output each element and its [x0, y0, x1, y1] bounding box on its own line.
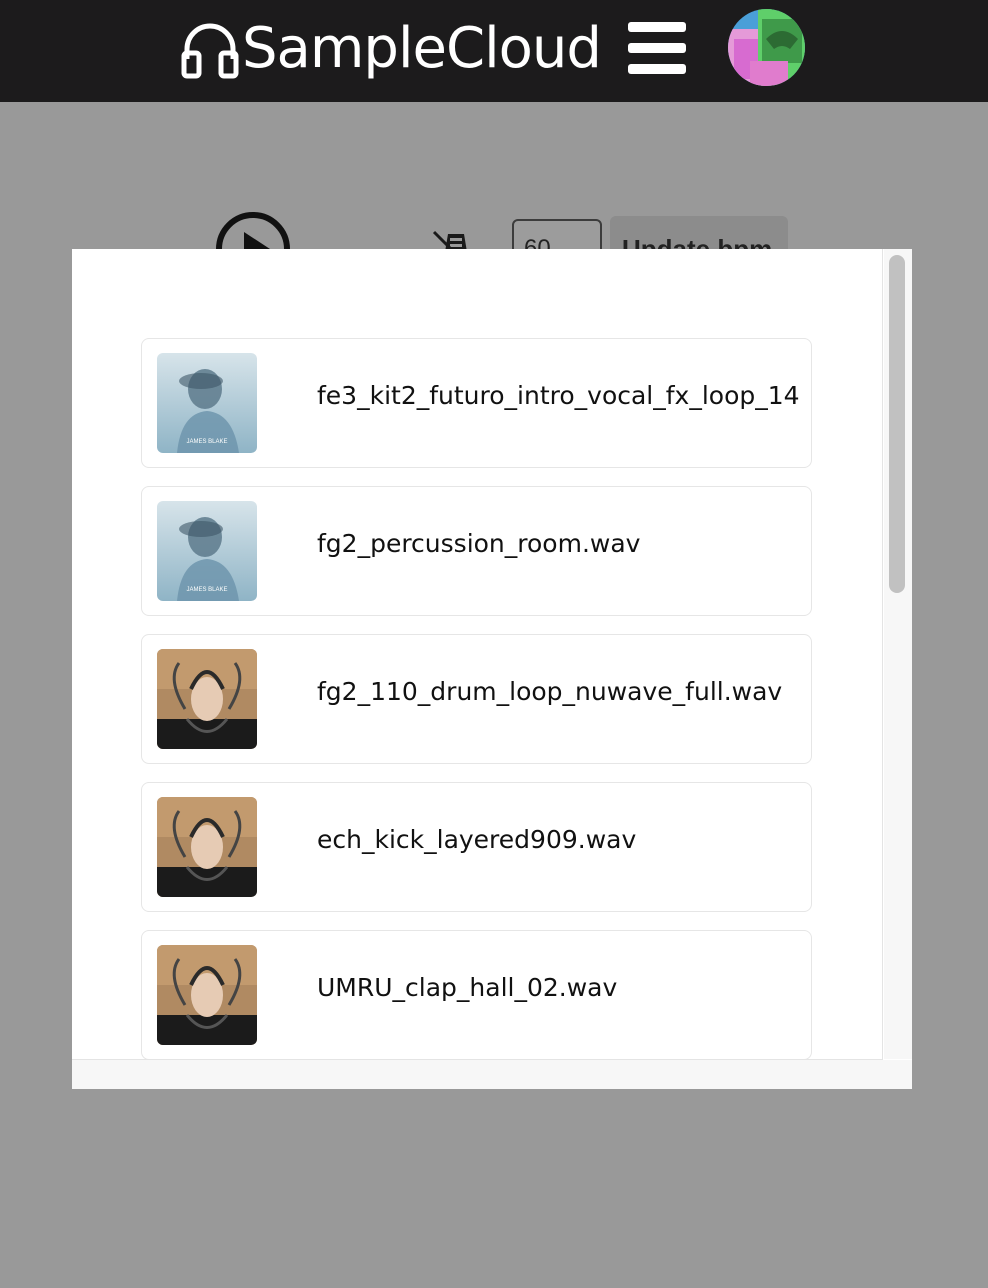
- sample-card[interactable]: UMRU_clap_hall_02.wav: [141, 930, 812, 1059]
- sample-card[interactable]: JAMES BLAKE fe3_kit2_futuro_intro_vocal_…: [141, 338, 812, 468]
- headphones-icon: [180, 19, 240, 79]
- scrollbar-thumb[interactable]: [889, 255, 905, 593]
- sample-name: ech_kick_layered909.wav: [317, 825, 637, 854]
- hamburger-menu-icon[interactable]: [628, 22, 686, 74]
- album-cover-thumbnail: [157, 945, 257, 1045]
- user-avatar[interactable]: [728, 9, 805, 86]
- svg-text:JAMES BLAKE: JAMES BLAKE: [186, 587, 227, 593]
- sample-card[interactable]: JAMES BLAKE fg2_percussion_room.wav: [141, 486, 812, 616]
- album-cover-thumbnail: [157, 797, 257, 897]
- sample-name: fg2_110_drum_loop_nuwave_full.wav: [317, 677, 783, 706]
- svg-text:JAMES BLAKE: JAMES BLAKE: [186, 439, 227, 445]
- modal-footer-strip: [72, 1060, 912, 1089]
- samples-modal: JAMES BLAKE fe3_kit2_futuro_intro_vocal_…: [72, 249, 912, 1089]
- brand[interactable]: SampleCloud: [180, 14, 602, 84]
- sample-card[interactable]: fg2_110_drum_loop_nuwave_full.wav: [141, 634, 812, 764]
- sample-name: fg2_percussion_room.wav: [317, 529, 641, 558]
- sample-card[interactable]: ech_kick_layered909.wav: [141, 782, 812, 912]
- samples-list[interactable]: JAMES BLAKE fe3_kit2_futuro_intro_vocal_…: [72, 249, 883, 1060]
- album-cover-thumbnail: [157, 649, 257, 749]
- brand-name: SampleCloud: [242, 16, 602, 81]
- album-cover-thumbnail: JAMES BLAKE: [157, 501, 257, 601]
- top-navbar: SampleCloud: [0, 0, 988, 102]
- sample-name: fe3_kit2_futuro_intro_vocal_fx_loop_14: [317, 381, 800, 410]
- album-cover-thumbnail: JAMES BLAKE: [157, 353, 257, 453]
- sample-name: UMRU_clap_hall_02.wav: [317, 973, 618, 1002]
